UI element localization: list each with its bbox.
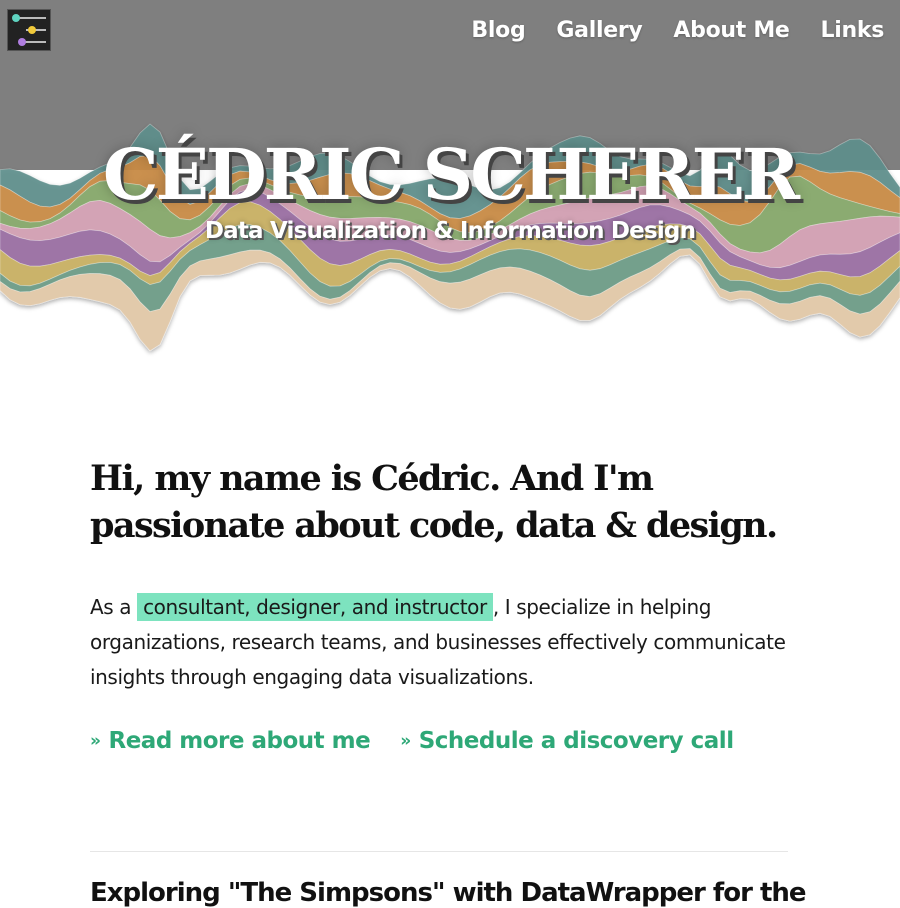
- double-chevron-right-icon: »: [400, 731, 411, 751]
- read-more-label: Read more about me: [108, 728, 371, 754]
- intro-text-before: As a: [90, 595, 138, 619]
- section-divider: [90, 851, 788, 852]
- site-title[interactable]: CÉDRIC SCHERER: [0, 133, 900, 216]
- main-nav: Blog Gallery About Me Links: [471, 18, 884, 43]
- double-chevron-right-icon: »: [90, 731, 101, 751]
- timeline-logo-icon: [12, 14, 46, 46]
- nav-about-me[interactable]: About Me: [673, 18, 789, 43]
- schedule-call-link[interactable]: » Schedule a discovery call: [400, 728, 734, 754]
- read-more-link[interactable]: » Read more about me: [90, 728, 371, 754]
- intro-highlight: consultant, designer, and instructor: [137, 593, 493, 621]
- schedule-call-label: Schedule a discovery call: [418, 728, 734, 754]
- nav-gallery[interactable]: Gallery: [556, 18, 642, 43]
- hero-banner: Blog Gallery About Me Links CÉDRIC SCHER…: [0, 0, 900, 420]
- post-title[interactable]: Exploring "The Simpsons" with DataWrappe…: [90, 878, 880, 908]
- intro-heading: Hi, my name is Cédric. And I'm passionat…: [90, 458, 778, 546]
- nav-blog[interactable]: Blog: [471, 18, 525, 43]
- site-logo[interactable]: [7, 9, 51, 51]
- intro-paragraph: As a consultant, designer, and instructo…: [90, 590, 810, 695]
- nav-links[interactable]: Links: [821, 18, 885, 43]
- site-subtitle: Data Visualization & Information Design: [204, 218, 696, 244]
- intro-links: » Read more about me » Schedule a discov…: [90, 728, 734, 754]
